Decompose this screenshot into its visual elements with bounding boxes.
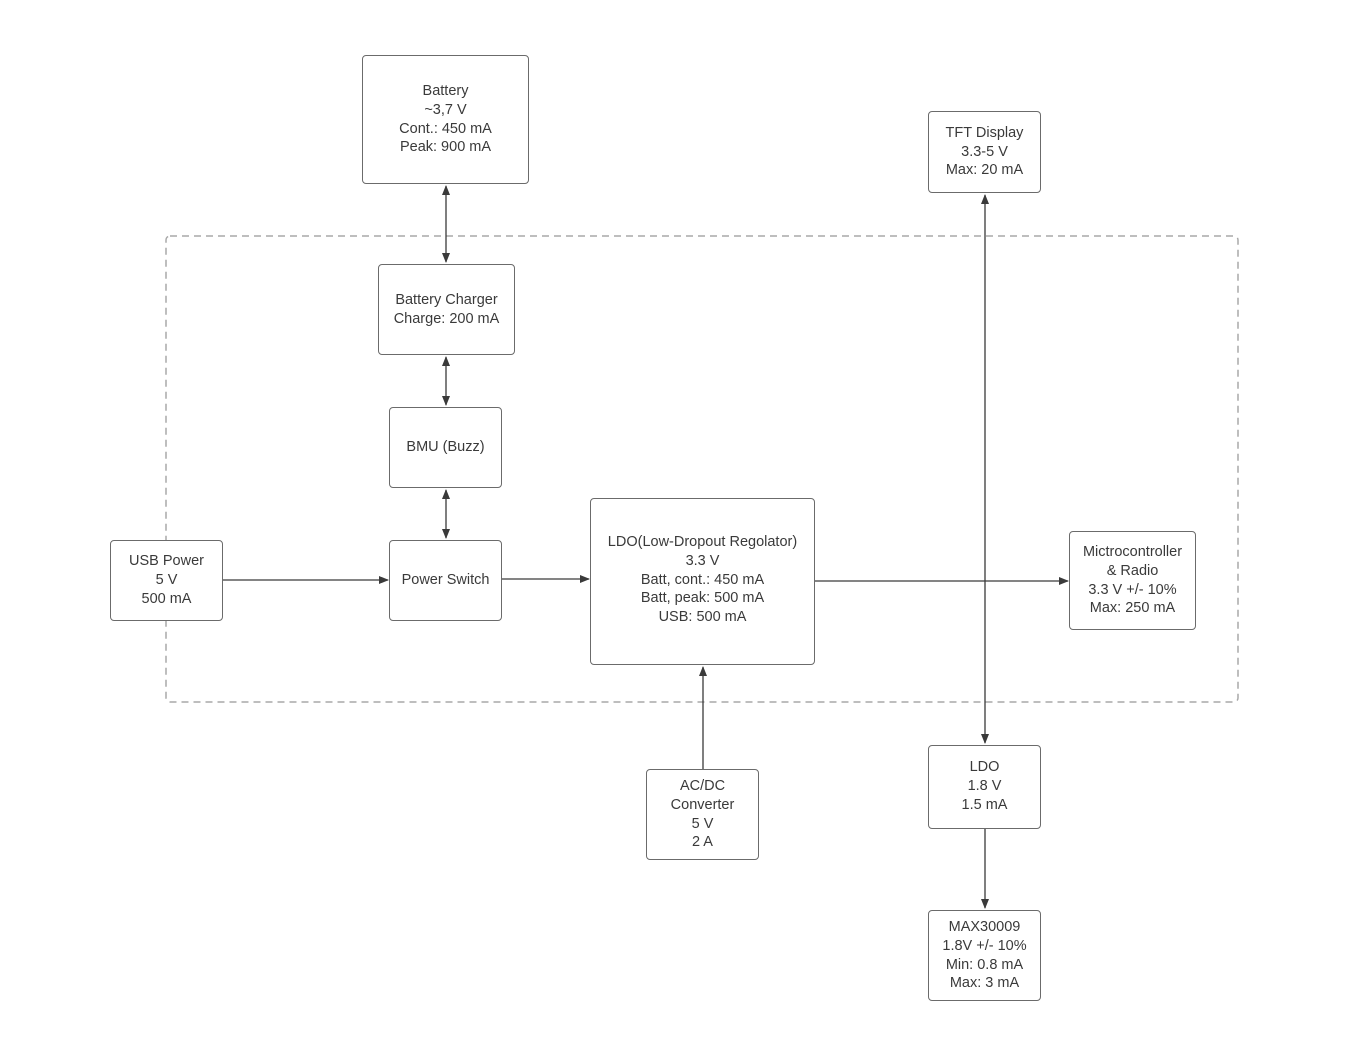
ldo-1v8-block: LDO 1.8 V 1.5 mA: [928, 745, 1041, 829]
charger-label: Battery Charger: [395, 291, 498, 308]
bmu-label: BMU (Buzz): [406, 439, 485, 456]
usb-label: USB Power: [129, 553, 204, 570]
max-voltage: 1.8V +/- 10%: [942, 937, 1027, 954]
max-label: MAX30009: [948, 918, 1021, 935]
mcu-label-1: Mictrocontroller: [1082, 543, 1183, 560]
mcu-current: Max: 250 mA: [1089, 600, 1176, 617]
acdc-voltage: 5 V: [691, 815, 714, 832]
ldo-main-voltage: 3.3 V: [685, 552, 720, 569]
usb-voltage: 5 V: [155, 572, 178, 589]
max-max-current: Max: 3 mA: [949, 975, 1020, 992]
ldo-main-label: LDO(Low-Dropout Regolator): [607, 534, 798, 550]
max-min-current: Min: 0.8 mA: [945, 956, 1024, 973]
battery-cont-current: Cont.: 450 mA: [399, 120, 492, 137]
switch-label: Power Switch: [401, 572, 490, 589]
mcu-radio-block: Mictrocontroller & Radio 3.3 V +/- 10% M…: [1069, 531, 1196, 630]
charger-current: Charge: 200 mA: [393, 310, 500, 327]
block-diagram-canvas: Battery ~3,7 V Cont.: 450 mA Peak: 900 m…: [0, 0, 1358, 1054]
acdc-current: 2 A: [692, 834, 713, 851]
battery-peak-current: Peak: 900 mA: [399, 139, 492, 156]
ldo-main-block: LDO(Low-Dropout Regolator) 3.3 V Batt, c…: [590, 498, 815, 665]
ldo-main-batt-peak: Batt, peak: 500 mA: [640, 590, 765, 607]
usb-current: 500 mA: [141, 590, 192, 607]
mcu-voltage: 3.3 V +/- 10%: [1088, 581, 1177, 598]
ldo18-current: 1.5 mA: [961, 796, 1008, 813]
battery-charger-block: Battery Charger Charge: 200 mA: [378, 264, 515, 355]
tft-display-block: TFT Display 3.3-5 V Max: 20 mA: [928, 111, 1041, 193]
bmu-block: BMU (Buzz): [389, 407, 502, 488]
acdc-label-1: AC/DC: [679, 777, 726, 794]
usb-power-block: USB Power 5 V 500 mA: [110, 540, 223, 621]
ldo18-voltage: 1.8 V: [967, 777, 1002, 794]
battery-voltage: ~3,7 V: [424, 101, 467, 118]
mcu-label-2: & Radio: [1106, 562, 1159, 579]
ldo-main-batt-cont: Batt, cont.: 450 mA: [640, 571, 765, 588]
battery-block: Battery ~3,7 V Cont.: 450 mA Peak: 900 m…: [362, 55, 529, 184]
tft-voltage: 3.3-5 V: [961, 143, 1008, 160]
battery-label: Battery: [422, 82, 469, 99]
max30009-block: MAX30009 1.8V +/- 10% Min: 0.8 mA Max: 3…: [928, 910, 1041, 1001]
tft-current: Max: 20 mA: [945, 162, 1024, 179]
acdc-label-2: Converter: [670, 796, 735, 813]
ldo-main-usb: USB: 500 mA: [658, 609, 747, 626]
ldo18-label: LDO: [969, 759, 1000, 775]
tft-label: TFT Display: [945, 124, 1024, 141]
acdc-converter-block: AC/DC Converter 5 V 2 A: [646, 769, 759, 860]
power-switch-block: Power Switch: [389, 540, 502, 621]
